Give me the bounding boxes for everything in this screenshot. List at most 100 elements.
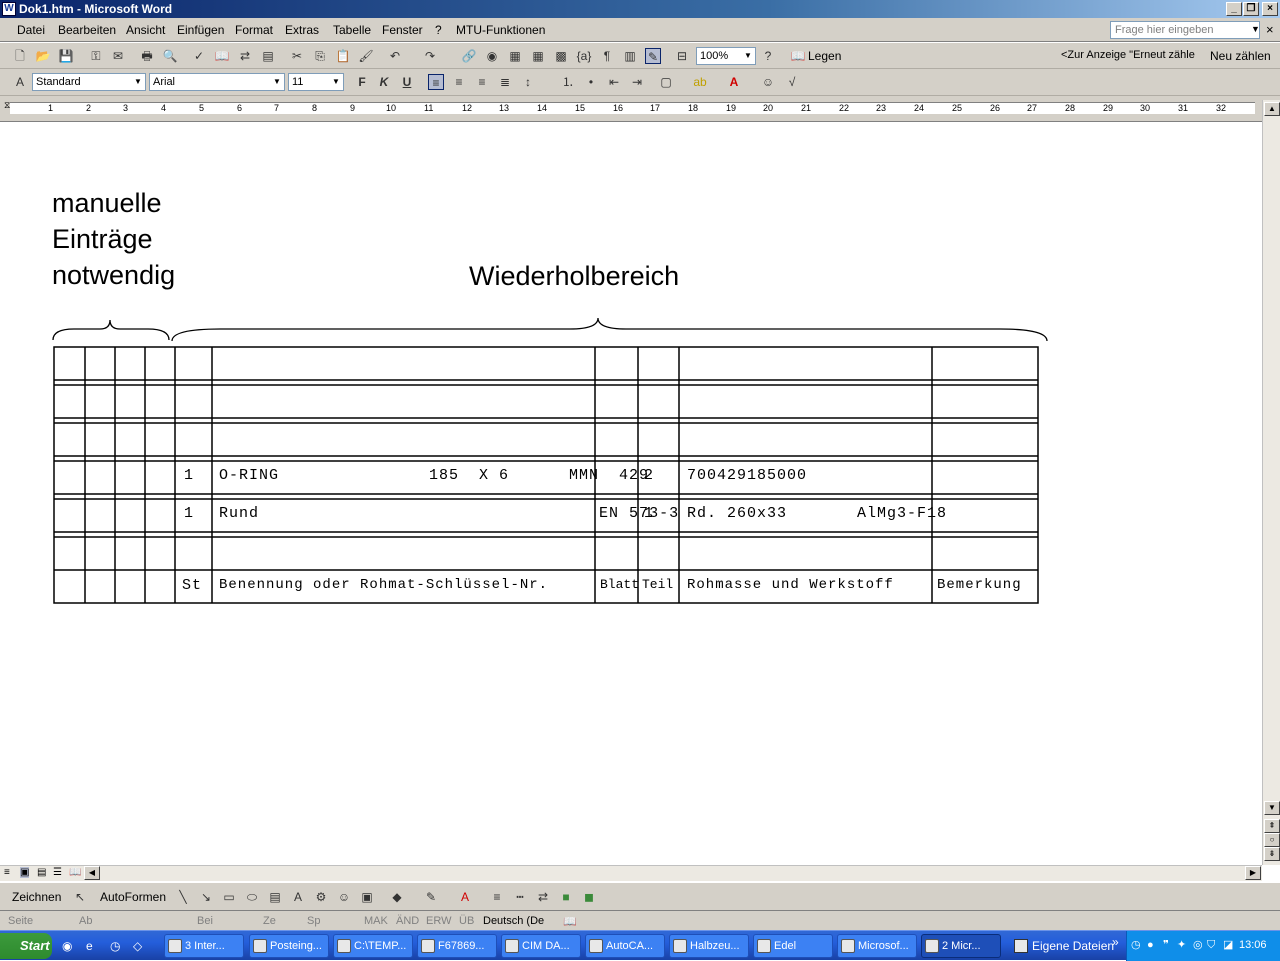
tray-speech-icon[interactable]: ❞ — [1163, 931, 1169, 959]
font-color-draw-icon[interactable]: A — [457, 889, 473, 905]
italic-button[interactable]: K — [376, 74, 392, 90]
help-icon[interactable]: ? — [760, 48, 776, 64]
desktop-toolbar-label[interactable]: Eigene Dateien — [1032, 939, 1114, 953]
tray-printer-icon[interactable]: ✦ — [1177, 931, 1186, 959]
font-size-select[interactable]: 11 ▼ — [288, 73, 344, 91]
menu-einfuegen[interactable]: Einfügen — [177, 23, 224, 37]
toolbar-expand-icon[interactable]: » — [1112, 935, 1119, 949]
cut-icon[interactable]: ✂ — [289, 48, 305, 64]
line-spacing-icon[interactable]: ↕ — [520, 74, 536, 90]
browse-object-icon[interactable]: ○ — [1264, 833, 1280, 847]
diagram-icon[interactable]: ⚙ — [313, 889, 329, 905]
rectangle-icon[interactable]: ▭ — [221, 889, 237, 905]
document-map-icon[interactable]: ▤ — [260, 48, 276, 64]
desktop-folder-icon[interactable] — [1014, 939, 1028, 953]
start-button[interactable]: Start — [0, 933, 52, 959]
status-track-changes[interactable]: ÄND — [396, 915, 419, 927]
translate-icon[interactable]: ⇄ — [237, 48, 253, 64]
quicklaunch-clock-icon[interactable]: ◷ — [110, 939, 120, 953]
quicklaunch-desktop-icon[interactable]: ◇ — [133, 939, 142, 953]
open-icon[interactable]: 📂 — [35, 48, 51, 64]
task-cim[interactable]: CIM DA... — [501, 934, 581, 958]
drawing-toggle-icon[interactable]: ✎ — [645, 48, 661, 64]
task-halbzeug[interactable]: Halbzeu... — [669, 934, 749, 958]
menu-tabelle[interactable]: Tabelle — [333, 23, 371, 37]
shadow-icon[interactable]: ■ — [558, 889, 574, 905]
close-document-icon[interactable]: × — [1266, 22, 1274, 37]
picture-icon[interactable]: ▣ — [359, 889, 375, 905]
status-macro[interactable]: MAK — [364, 915, 388, 927]
recount-select[interactable]: <Zur Anzeige "Erneut zähle — [1058, 47, 1206, 65]
arrow-style-icon[interactable]: ⇄ — [535, 889, 551, 905]
numbering-icon[interactable]: ⒈ — [560, 74, 576, 90]
tray-clock-icon[interactable]: ◷ — [1131, 931, 1141, 959]
fill-color-icon[interactable]: ◆ — [389, 889, 405, 905]
line-style-icon[interactable]: ≡ — [489, 889, 505, 905]
smiley-icon[interactable]: ☺ — [760, 74, 776, 90]
quicklaunch-ie-icon[interactable]: e — [86, 939, 93, 953]
zoom-select[interactable]: 100% ▼ — [696, 47, 756, 65]
email-icon[interactable]: ✉ — [110, 48, 126, 64]
recount-button[interactable]: Neu zählen — [1210, 49, 1271, 63]
show-formatting-icon[interactable]: ¶ — [599, 48, 615, 64]
vertical-scrollbar[interactable]: ▲ ▼ ⇞ ○ ⇟ — [1262, 100, 1280, 865]
styles-icon[interactable]: A — [12, 74, 28, 90]
menu-mtu-funktionen[interactable]: MTU-Funktionen — [456, 23, 545, 37]
status-overtype[interactable]: ÜB — [459, 915, 474, 927]
underline-button[interactable]: U — [399, 74, 415, 90]
select-objects-icon[interactable]: ↖ — [72, 889, 88, 905]
tray-status-icon[interactable]: ◪ — [1223, 931, 1233, 959]
word-app-icon[interactable]: W — [2, 2, 16, 16]
align-right-icon[interactable]: ≡ — [474, 74, 490, 90]
save-icon[interactable]: 💾 — [58, 48, 74, 64]
permission-icon[interactable]: ⚿ — [88, 48, 104, 64]
scroll-up-icon[interactable]: ▲ — [1264, 102, 1280, 116]
menu-bearbeiten[interactable]: Bearbeiten — [58, 23, 116, 37]
columns-icon[interactable]: ▥ — [622, 48, 638, 64]
read-button[interactable]: Legen — [808, 49, 841, 63]
justify-icon[interactable]: ≣ — [497, 74, 513, 90]
highlight-icon[interactable]: ab — [692, 74, 708, 90]
research-icon[interactable]: 📖 — [214, 48, 230, 64]
scroll-down-icon[interactable]: ▼ — [1264, 801, 1280, 815]
insert-excel-icon[interactable]: ▩ — [553, 48, 569, 64]
dash-style-icon[interactable]: ┅ — [512, 889, 528, 905]
autoshapes-menu[interactable]: AutoFormen — [100, 890, 166, 904]
align-left-icon[interactable]: ≡ — [428, 74, 444, 90]
3d-icon[interactable]: ◼ — [581, 889, 597, 905]
task-internet[interactable]: 3 Inter... — [164, 934, 244, 958]
quicklaunch-icon[interactable]: ◉ — [62, 939, 72, 953]
undo-icon[interactable]: ↶ — [387, 48, 403, 64]
borders-icon[interactable]: ▢ — [658, 74, 674, 90]
bold-button[interactable]: F — [354, 74, 370, 90]
bullets-icon[interactable]: • — [583, 74, 599, 90]
print-preview-icon[interactable]: 🔍 — [162, 48, 178, 64]
web-icon[interactable]: ◉ — [484, 48, 500, 64]
paste-icon[interactable]: 📋 — [335, 48, 351, 64]
outline-view-icon[interactable]: ☰ — [53, 867, 62, 878]
copy-icon[interactable]: ⎘ — [312, 48, 328, 64]
tables-borders-icon[interactable]: ▦ — [507, 48, 523, 64]
task-autocad[interactable]: AutoCA... — [585, 934, 665, 958]
minimize-button[interactable]: _ — [1226, 2, 1242, 16]
help-search-input[interactable]: Frage hier eingeben — [1110, 21, 1260, 39]
tray-network-icon[interactable]: ● — [1147, 931, 1154, 959]
scroll-right-icon[interactable]: ▶ — [1245, 866, 1261, 880]
ruler-scale[interactable]: 1 2 3 4 5 6 7 8 9 10 11 12 13 14 15 16 1… — [10, 102, 1255, 114]
increase-indent-icon[interactable]: ⇥ — [629, 74, 645, 90]
task-word-active[interactable]: 2 Micr... — [921, 934, 1001, 958]
menu-fenster[interactable]: Fenster — [382, 23, 423, 37]
task-microsoft[interactable]: Microsof... — [837, 934, 917, 958]
font-color-icon[interactable]: A — [726, 74, 742, 90]
read-icon[interactable]: 📖 — [790, 48, 806, 64]
align-center-icon[interactable]: ≡ — [451, 74, 467, 90]
print-layout-icon[interactable]: ▤ — [37, 867, 46, 878]
spellcheck-icon[interactable]: ✓ — [191, 48, 207, 64]
close-button[interactable]: × — [1262, 2, 1278, 16]
status-language[interactable]: Deutsch (De — [483, 915, 544, 927]
font-size-dropdown-icon[interactable]: ▼ — [330, 75, 342, 89]
tray-clock[interactable]: 13:06 — [1239, 931, 1267, 959]
task-temp[interactable]: C:\TEMP... — [333, 934, 413, 958]
line-icon[interactable]: ╲ — [175, 889, 191, 905]
help-dropdown-icon[interactable]: ▼ — [1251, 24, 1260, 34]
